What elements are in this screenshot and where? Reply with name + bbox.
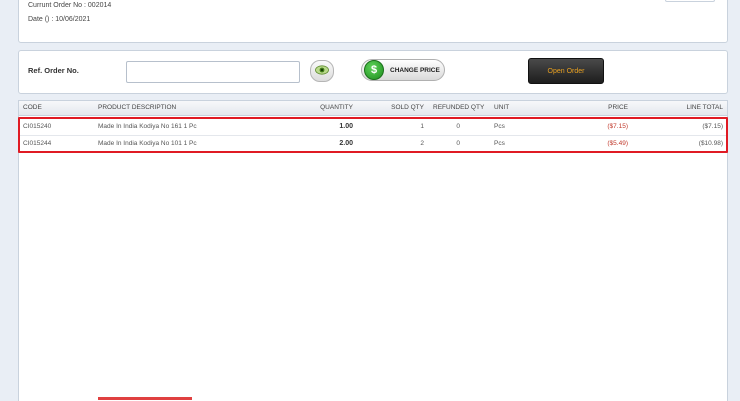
column-header-description[interactable]: PRODUCT DESCRIPTION (98, 104, 176, 111)
row-quantity[interactable]: 2.00 (303, 140, 353, 147)
row-refunded-qty: 0 (456, 123, 460, 130)
column-header-unit[interactable]: UNIT (494, 104, 509, 111)
row-code: CI015244 (23, 140, 52, 147)
table-row[interactable]: CI015244 Made In India Kodiya No 101 1 P… (20, 135, 726, 152)
row-code: CI015240 (23, 123, 52, 130)
grid-header: CODE PRODUCT DESCRIPTION QUANTITY SOLD Q… (19, 101, 727, 116)
column-header-code[interactable]: CODE (23, 104, 42, 111)
row-line-total: ($10.98) (698, 140, 723, 147)
row-unit: Pcs (494, 123, 505, 130)
order-info-panel: Currunt Order No : 002014 Date () : 10/0… (18, 0, 728, 43)
change-price-button[interactable]: $ CHANGE PRICE (361, 59, 445, 81)
view-order-button[interactable] (310, 60, 334, 82)
change-price-label: CHANGE PRICE (390, 66, 440, 74)
column-header-price[interactable]: PRICE (578, 104, 628, 111)
order-date: Date () : 10/06/2021 (28, 16, 91, 23)
row-line-total: ($7.15) (702, 123, 723, 130)
ref-order-input[interactable] (126, 61, 300, 83)
ref-order-panel: Ref. Order No. $ CHANGE PRICE Open Order (18, 50, 728, 94)
open-order-button[interactable]: Open Order (528, 58, 604, 84)
dollar-icon: $ (364, 60, 384, 80)
table-row[interactable]: CI015240 Made In India Kodiya No 161 1 P… (20, 119, 726, 135)
column-header-refunded-qty[interactable]: REFUNDED QTY (433, 104, 484, 111)
ref-order-label: Ref. Order No. (28, 66, 79, 75)
row-description: Made In India Kodiya No 101 1 Pc (98, 140, 197, 147)
row-refunded-qty: 0 (456, 140, 460, 147)
column-header-quantity[interactable]: QUANTITY (303, 104, 353, 111)
row-description: Made In India Kodiya No 161 1 Pc (98, 123, 197, 130)
order-items-grid: CODE PRODUCT DESCRIPTION QUANTITY SOLD Q… (18, 100, 728, 401)
selected-rows: CI015240 Made In India Kodiya No 161 1 P… (18, 117, 728, 153)
eye-icon (315, 62, 329, 80)
column-header-line-total[interactable]: LINE TOTAL (653, 104, 724, 111)
current-order-number: Currunt Order No : 002014 (28, 2, 112, 9)
row-unit: Pcs (494, 140, 505, 147)
row-quantity[interactable]: 1.00 (303, 123, 353, 130)
row-price: ($5.49) (607, 140, 628, 147)
top-right-control[interactable] (665, 0, 715, 2)
column-header-sold-qty[interactable]: SOLD QTY (374, 104, 424, 111)
row-price: ($7.15) (607, 123, 628, 130)
